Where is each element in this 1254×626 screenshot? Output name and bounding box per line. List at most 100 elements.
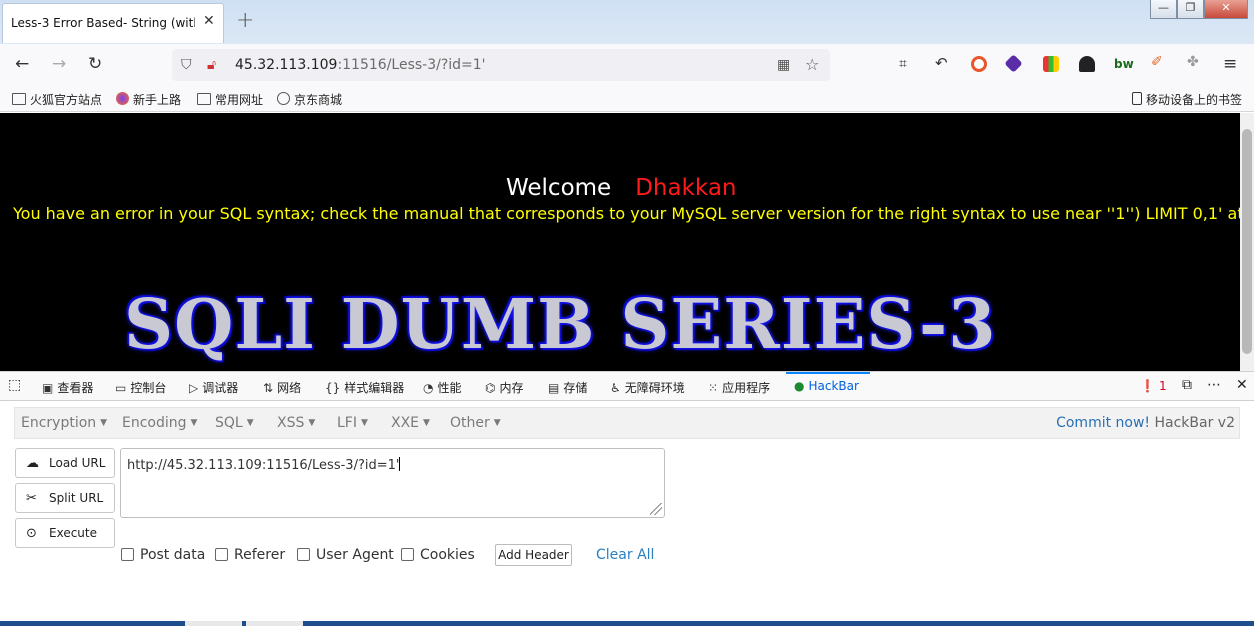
checkbox-box[interactable] — [215, 548, 228, 561]
tab-console[interactable]: ▭ 控制台 — [115, 379, 166, 396]
taskbar-item[interactable] — [185, 621, 242, 626]
debugger-icon: ▷ — [189, 381, 199, 395]
post-data-checkbox[interactable]: Post data — [121, 547, 205, 563]
button-label: Split URL — [49, 491, 104, 505]
checkbox-box[interactable] — [121, 548, 134, 561]
menu-sql[interactable]: SQL ▼ — [215, 415, 254, 431]
clear-all-link[interactable]: Clear All — [596, 547, 654, 563]
commit-now-link[interactable]: Commit now! — [1056, 415, 1150, 431]
referer-checkbox[interactable]: Referer — [215, 547, 285, 563]
close-devtools-icon[interactable]: ✕ — [1236, 377, 1248, 393]
insecure-lock-icon[interactable]: 🔓︎ — [207, 57, 216, 73]
taskbar-item[interactable] — [246, 621, 303, 626]
tab-storage[interactable]: ▤ 存储 — [548, 379, 587, 396]
add-header-button[interactable]: Add Header — [495, 544, 572, 566]
extension-tool-icon[interactable]: ✐ — [1151, 54, 1163, 70]
forward-icon[interactable]: → — [52, 54, 66, 74]
console-icon: ▭ — [115, 381, 127, 395]
inspector-icon: ▣ — [42, 381, 54, 395]
devtools-toolbar: ⬚ ▣ 查看器 ▭ 控制台 ▷ 调试器 ⇅ 网络 {} 样式编辑器 ◔ 性能 ⌬ 内存 ▤ 存储… — [0, 371, 1254, 401]
menu-xxe[interactable]: XXE ▼ — [391, 415, 430, 431]
checkbox-label: Post data — [140, 547, 206, 563]
url-bar[interactable]: ⛉ 🔓︎ 45.32.113.109:11516/Less-3/?id=1' ▦… — [172, 49, 830, 81]
extension-ring-icon[interactable] — [971, 56, 987, 72]
tab-memory[interactable]: ⌬ 内存 — [485, 379, 524, 396]
tab-inspector[interactable]: ▣ 查看器 — [42, 379, 93, 396]
dock-toggle-icon[interactable]: ⧉ — [1182, 377, 1192, 393]
bookmark-item[interactable]: 新手上路 — [116, 91, 181, 108]
page-scrollbar[interactable] — [1240, 113, 1254, 371]
tab-accessibility[interactable]: ♿︎ 无障碍环境 — [610, 379, 685, 396]
tab-label: 调试器 — [202, 381, 239, 395]
menu-other[interactable]: Other ▼ — [450, 415, 501, 431]
firefox-icon — [116, 92, 129, 105]
menu-lfi[interactable]: LFI ▼ — [337, 415, 368, 431]
extension-color-icon[interactable] — [1043, 56, 1059, 72]
url-text[interactable]: 45.32.113.109:11516/Less-3/?id=1' — [235, 57, 486, 73]
url-textarea-value[interactable]: http://45.32.113.109:11516/Less-3/?id=1' — [127, 457, 400, 473]
close-window-button[interactable]: ✕ — [1204, 0, 1248, 19]
undo-icon[interactable]: ↶ — [935, 54, 948, 72]
extension-diamond-icon[interactable] — [1004, 54, 1023, 73]
load-url-button[interactable]: ☁ Load URL — [15, 448, 115, 478]
checkbox-box[interactable] — [297, 548, 310, 561]
error-count: 1 — [1158, 379, 1167, 393]
tab-debugger[interactable]: ▷ 调试器 — [189, 379, 238, 396]
url-textarea[interactable]: http://45.32.113.109:11516/Less-3/?id=1' — [120, 448, 665, 518]
new-tab-button[interactable]: + — [236, 8, 254, 33]
url-path: :11516/Less-3/?id=1' — [337, 57, 486, 73]
split-url-button[interactable]: ✂ Split URL — [15, 483, 115, 513]
error-count-badge[interactable]: ❗ 1 — [1140, 379, 1167, 393]
maximize-button[interactable]: ❐ — [1177, 0, 1204, 19]
cloud-download-icon: ☁ — [26, 456, 39, 471]
commit-area: Commit now! HackBar v2 — [1056, 415, 1235, 431]
back-icon[interactable]: ← — [15, 54, 29, 74]
tab-close-icon[interactable]: ✕ — [203, 13, 215, 29]
more-options-icon[interactable]: ⋯ — [1207, 377, 1221, 393]
cookies-checkbox[interactable]: Cookies — [401, 547, 475, 563]
shield-icon[interactable]: ⛉ — [181, 57, 192, 73]
scissors-icon: ✂ — [26, 491, 37, 506]
tab-label: 无障碍环境 — [624, 381, 685, 395]
tab-label: 存储 — [563, 381, 588, 395]
user-agent-checkbox[interactable]: User Agent — [297, 547, 394, 563]
extensions-puzzle-icon[interactable]: ✤ — [1187, 54, 1199, 70]
mobile-bookmarks[interactable]: 移动设备上的书签 — [1132, 91, 1242, 108]
tab-strip: Less-3 Error Based- String (with Twist) … — [0, 0, 1254, 44]
scrollbar-thumb[interactable] — [1242, 129, 1252, 354]
hackbar-version: HackBar v2 — [1154, 415, 1236, 431]
tab-network[interactable]: ⇅ 网络 — [263, 379, 301, 396]
extension-user-icon[interactable] — [1079, 56, 1095, 72]
hackbar-menu: Encryption ▼ Encoding ▼ SQL ▼ XSS ▼ LFI ▼ XXE… — [14, 407, 1240, 439]
menu-encryption[interactable]: Encryption ▼ — [21, 415, 107, 431]
screenshot-crop-icon[interactable]: ⌗ — [899, 56, 907, 72]
page-content: Welcome Dhakkan You have an error in your… — [0, 113, 1240, 371]
menu-label: SQL — [215, 415, 243, 431]
bookmark-label: 京东商城 — [294, 93, 343, 107]
element-picker-icon[interactable]: ⬚ — [8, 377, 21, 393]
tab-performance[interactable]: ◔ 性能 — [423, 379, 462, 396]
extension-bw-icon[interactable]: bw — [1114, 57, 1134, 71]
resize-grip-icon[interactable] — [650, 503, 662, 515]
application-icon: ⁙ — [708, 381, 719, 395]
checkbox-box[interactable] — [401, 548, 414, 561]
bookmark-folder[interactable]: 常用网址 — [197, 91, 263, 108]
reload-icon[interactable]: ↻ — [88, 54, 102, 74]
bookmark-item[interactable]: 京东商城 — [277, 91, 342, 108]
bookmark-label: 火狐官方站点 — [30, 93, 103, 107]
menu-xss[interactable]: XSS ▼ — [277, 415, 315, 431]
tab-style-editor[interactable]: {} 样式编辑器 — [325, 379, 404, 396]
button-label: Load URL — [49, 456, 106, 470]
qr-code-icon[interactable]: ▦ — [777, 57, 790, 73]
tab-hackbar[interactable]: ● HackBar — [794, 379, 859, 393]
minimize-button[interactable]: — — [1150, 0, 1177, 19]
browser-tab[interactable]: Less-3 Error Based- String (with Twist) … — [2, 3, 224, 43]
menu-encoding[interactable]: Encoding ▼ — [122, 415, 197, 431]
tab-application[interactable]: ⁙ 应用程序 — [708, 379, 770, 396]
network-icon: ⇅ — [263, 381, 274, 395]
hamburger-menu-icon[interactable]: ≡ — [1223, 54, 1237, 74]
execute-button[interactable]: ⊙ Execute — [15, 518, 115, 548]
bookmark-star-icon[interactable]: ☆ — [805, 55, 819, 74]
bookmark-folder[interactable]: 火狐官方站点 — [12, 91, 102, 108]
user-name: Dhakkan — [635, 175, 737, 201]
